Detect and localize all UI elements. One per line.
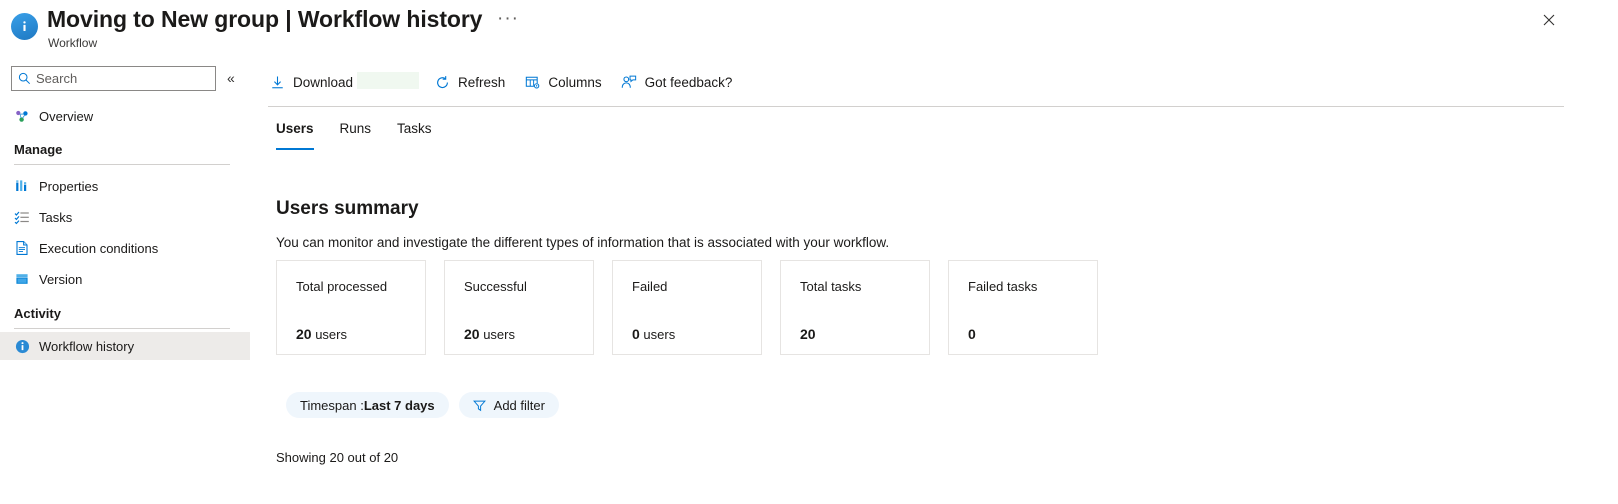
command-toolbar: Download Refresh Columns Got feedback? xyxy=(268,68,750,96)
more-menu-button[interactable]: ··· xyxy=(497,8,519,30)
got-feedback-button[interactable]: Got feedback? xyxy=(620,68,733,96)
blade-title-bar: Moving to New group | Workflow history W… xyxy=(0,0,1618,58)
info-icon xyxy=(11,13,38,40)
summary-card-failed-tasks: Failed tasks 0 xyxy=(948,260,1098,355)
got-feedback-label: Got feedback? xyxy=(644,74,733,90)
columns-button[interactable]: Columns xyxy=(523,68,602,96)
section-title: Users summary xyxy=(276,198,419,219)
filter-pill-value: Last 7 days xyxy=(363,397,435,413)
filter-icon xyxy=(472,399,486,412)
sidebar-item-label: Properties xyxy=(39,178,99,194)
card-unit: users xyxy=(315,327,347,342)
filter-pill-timespan[interactable]: Timespan : Last 7 days xyxy=(286,392,449,418)
sidebar-search-row: « xyxy=(0,66,250,92)
card-value: 20 xyxy=(800,326,816,342)
card-number: 20 xyxy=(296,326,312,342)
card-number: 0 xyxy=(632,326,640,342)
summary-card-total-processed: Total processed 20 users xyxy=(276,260,426,355)
section-description: You can monitor and investigate the diff… xyxy=(276,235,890,250)
overview-icon xyxy=(13,107,31,125)
refresh-label: Refresh xyxy=(458,74,506,90)
filter-pill-prefix: Timespan : xyxy=(300,397,364,413)
card-number: 0 xyxy=(968,326,976,342)
sidebar-item-label: Version xyxy=(39,271,83,287)
download-button[interactable]: Download xyxy=(268,68,419,96)
page-title: Moving to New group | Workflow history xyxy=(47,6,483,32)
tab-users[interactable]: Users xyxy=(268,118,322,150)
sidebar-group-label: Manage xyxy=(14,142,63,157)
columns-icon xyxy=(523,73,541,91)
sidebar-item-label: Workflow history xyxy=(39,338,135,354)
card-number: 20 xyxy=(464,326,480,342)
workflow-history-blade: Moving to New group | Workflow history W… xyxy=(0,0,1618,504)
info-icon xyxy=(13,337,31,355)
sidebar-group-label: Activity xyxy=(14,306,61,321)
tab-label: Runs xyxy=(339,121,372,136)
card-label: Total processed xyxy=(296,279,388,294)
sidebar-item-properties[interactable]: Properties xyxy=(0,172,250,200)
version-icon xyxy=(13,270,31,288)
search-input[interactable] xyxy=(36,71,186,86)
card-unit: users xyxy=(643,327,676,342)
sidebar-item-label: Overview xyxy=(39,108,94,124)
summary-cards: Total processed 20 users Successful 20 u… xyxy=(276,260,1116,355)
search-icon xyxy=(18,72,31,85)
page-subtitle: Workflow xyxy=(48,36,98,50)
properties-icon xyxy=(13,177,31,195)
sidebar-item-workflow-history[interactable]: Workflow history xyxy=(0,332,250,360)
tab-bar: Users Runs Tasks xyxy=(268,118,450,150)
summary-card-total-tasks: Total tasks 20 xyxy=(780,260,930,355)
summary-card-successful: Successful 20 users xyxy=(444,260,594,355)
card-value: 0 users xyxy=(632,326,675,342)
summary-card-failed: Failed 0 users xyxy=(612,260,762,355)
divider xyxy=(14,164,230,165)
sidebar-item-label: Tasks xyxy=(39,209,73,225)
feedback-icon xyxy=(620,73,638,91)
close-button[interactable] xyxy=(1536,8,1562,32)
tab-label: Tasks xyxy=(397,121,432,136)
redaction-block xyxy=(357,72,419,89)
columns-label: Columns xyxy=(548,74,602,90)
card-number: 20 xyxy=(800,326,816,342)
divider xyxy=(14,328,230,329)
download-icon xyxy=(268,73,286,91)
toolbar-divider xyxy=(268,106,1564,107)
card-value: 0 xyxy=(968,326,976,342)
add-filter-button[interactable]: Add filter xyxy=(458,392,559,418)
card-value: 20 users xyxy=(464,326,515,342)
double-chevron-left-icon[interactable]: « xyxy=(227,68,235,88)
card-label: Failed xyxy=(632,279,668,294)
sidebar-item-tasks[interactable]: Tasks xyxy=(0,203,250,231)
sidebar-item-version[interactable]: Version xyxy=(0,265,250,293)
showing-count: Showing 20 out of 20 xyxy=(276,450,399,465)
add-filter-label: Add filter xyxy=(493,397,545,413)
tasks-icon xyxy=(13,208,31,226)
download-label: Download xyxy=(293,74,354,90)
card-label: Successful xyxy=(464,279,527,294)
tab-label: Users xyxy=(276,121,314,136)
sidebar: « Overview Manage xyxy=(0,58,250,504)
sidebar-item-label: Execution conditions xyxy=(39,240,159,256)
sidebar-item-overview[interactable]: Overview xyxy=(0,102,250,130)
document-icon xyxy=(13,239,31,257)
card-label: Failed tasks xyxy=(968,279,1038,294)
tab-runs[interactable]: Runs xyxy=(332,118,380,150)
card-value: 20 users xyxy=(296,326,347,342)
content-area: Download Refresh Columns Got feedback? U… xyxy=(268,58,1618,504)
filter-bar: Timespan : Last 7 days Add filter xyxy=(286,392,569,418)
search-box[interactable] xyxy=(11,66,216,91)
sidebar-item-execution-conditions[interactable]: Execution conditions xyxy=(0,234,250,262)
card-label: Total tasks xyxy=(800,279,862,294)
refresh-button[interactable]: Refresh xyxy=(433,68,505,96)
tab-tasks[interactable]: Tasks xyxy=(389,118,440,150)
card-unit: users xyxy=(483,327,515,342)
refresh-icon xyxy=(433,73,451,91)
